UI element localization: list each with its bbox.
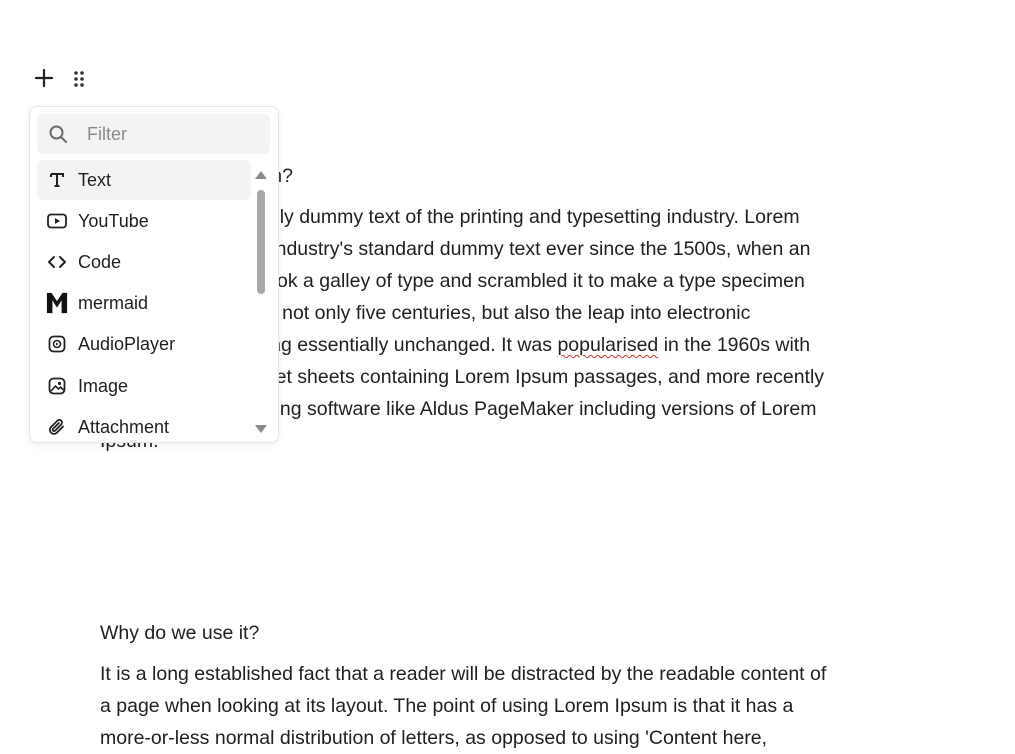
drag-handle-icon bbox=[74, 71, 84, 87]
attachment-icon bbox=[46, 416, 68, 436]
search-icon bbox=[49, 125, 67, 143]
menu-item-label: Attachment bbox=[78, 416, 170, 437]
paragraph-text: ning essentially unchanged. It was bbox=[255, 334, 558, 356]
plus-icon bbox=[34, 68, 54, 88]
drag-handle-button[interactable] bbox=[70, 69, 88, 89]
menu-item-youtube[interactable]: YouTube bbox=[37, 201, 251, 241]
menu-item-code[interactable]: Code bbox=[37, 242, 251, 282]
paragraph-line: a page when looking at its layout. The p… bbox=[100, 695, 794, 717]
code-icon bbox=[46, 251, 68, 273]
section-heading-text: Why do we use it? bbox=[100, 622, 260, 644]
menu-scrollbar[interactable] bbox=[254, 167, 267, 433]
filter-field[interactable] bbox=[37, 114, 270, 154]
menu-item-label: YouTube bbox=[78, 210, 149, 231]
text-icon bbox=[46, 169, 68, 191]
filter-input[interactable] bbox=[85, 122, 259, 146]
block-type-menu: Text YouTube Code mermaid AudioPlayer bbox=[29, 106, 279, 443]
section-heading: Why do we use it? bbox=[100, 621, 259, 645]
menu-item-label: Image bbox=[78, 375, 129, 396]
scrollbar-thumb[interactable] bbox=[257, 190, 265, 294]
menu-item-label: Text bbox=[78, 169, 112, 190]
paragraph-line: more-or-less normal distribution of lett… bbox=[100, 727, 768, 749]
mermaid-icon bbox=[46, 292, 68, 314]
paragraph-text: in the 1960s with bbox=[658, 334, 811, 356]
paragraph-line: It is a long established fact that a rea… bbox=[100, 663, 827, 685]
menu-item-label: mermaid bbox=[78, 292, 149, 313]
youtube-icon bbox=[46, 210, 68, 232]
menu-item-label: AudioPlayer bbox=[78, 333, 176, 354]
menu-items-list: Text YouTube Code mermaid AudioPlayer Im… bbox=[37, 160, 251, 436]
scroll-down-arrow-icon[interactable] bbox=[255, 425, 267, 433]
scroll-up-arrow-icon[interactable] bbox=[255, 171, 267, 179]
menu-item-text[interactable]: Text bbox=[37, 160, 251, 200]
menu-item-mermaid[interactable]: mermaid bbox=[37, 283, 251, 323]
misspelled-word[interactable]: popularised bbox=[557, 334, 658, 356]
paragraph: It is a long established fact that a rea… bbox=[100, 658, 910, 754]
menu-item-attachment[interactable]: Attachment bbox=[37, 407, 251, 436]
menu-item-image[interactable]: Image bbox=[37, 366, 251, 406]
image-icon bbox=[46, 375, 68, 397]
menu-item-audioplayer[interactable]: AudioPlayer bbox=[37, 324, 251, 364]
add-block-button[interactable] bbox=[34, 68, 54, 88]
audio-player-icon bbox=[46, 333, 68, 355]
menu-item-label: Code bbox=[78, 251, 122, 272]
